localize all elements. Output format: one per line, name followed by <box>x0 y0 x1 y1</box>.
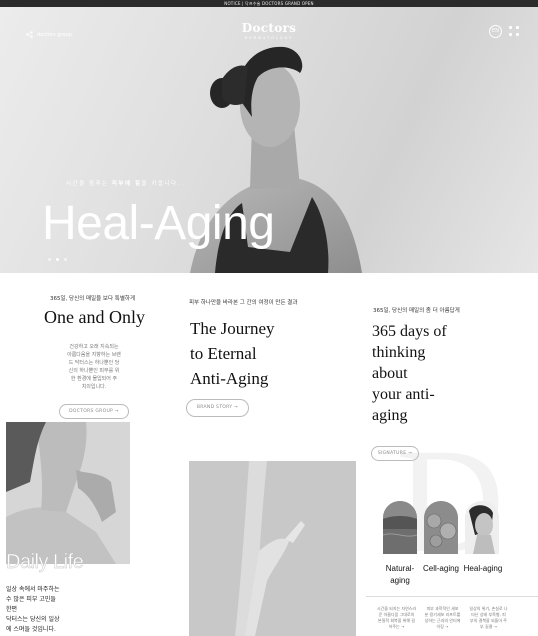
card-label-line: Natural- <box>385 564 415 573</box>
paragraph-line: 아름다움을 지향하는 브랜 <box>67 352 121 358</box>
body-line: 에 스며들 것입니다. <box>6 626 56 633</box>
hero-banner: doctors group Doctors DERMATOLOGY EN 시간을… <box>0 7 538 273</box>
cells-illustration <box>424 501 458 554</box>
title-line: 365 days of <box>372 323 447 340</box>
daily-life-caption: Daily Life <box>6 551 84 573</box>
menu-grid-icon[interactable] <box>509 26 519 36</box>
col1-paragraph: 건강하고 오래 지속되는 아름다움을 지향하는 브랜 드 닥터스는 하나뿐인 당… <box>56 343 132 391</box>
natural-aging-label[interactable]: Natural- aging <box>380 563 420 587</box>
title-line: aging <box>372 407 408 424</box>
col2-title: The Journey to Eternal Anti-Aging <box>190 316 275 391</box>
daily-life-photo <box>6 422 130 564</box>
paragraph-line: 신의 하나뿐인 피부를 위 <box>68 368 120 374</box>
body-line: 수 많은 피부 고민들 <box>6 596 56 603</box>
paragraph-line: 치의입니다. <box>81 384 107 390</box>
water-illustration <box>383 501 417 554</box>
col3-title: 365 days of thinking about your anti- ag… <box>372 321 447 426</box>
title-line: thinking <box>372 344 426 361</box>
brand-name: Doctors <box>241 21 297 35</box>
card-label-line: aging <box>390 576 410 585</box>
doctors-group-button[interactable]: DOCTORS GROUP → <box>59 404 129 419</box>
col1-title: One and Only <box>44 307 145 327</box>
language-button[interactable]: EN <box>489 25 502 38</box>
paragraph-line: 건강하고 오래 지속되는 <box>69 344 119 350</box>
slide-dot[interactable] <box>48 258 51 261</box>
brand-sub: DERMATOLOGY <box>244 36 294 40</box>
title-line: your anti- <box>372 386 435 403</box>
title-line: The Journey <box>190 319 275 338</box>
neck-touch-illustration <box>6 422 130 564</box>
hero-headline: Heal-Aging <box>42 197 275 250</box>
col1-kicker: 365일, 당신의 매일을 보다 특별하게 <box>50 296 136 302</box>
heal-aging-image[interactable] <box>465 501 499 554</box>
face-illustration <box>465 501 499 554</box>
divider <box>366 596 538 597</box>
slide-indicators <box>48 258 67 261</box>
cell-aging-label[interactable]: Cell-aging <box>420 563 462 575</box>
paragraph-line: 드 닥터스는 하나뿐인 당 <box>68 360 120 366</box>
paragraph-line: 한 환경에 몰입되어 주 <box>70 376 118 382</box>
language-label: EN <box>492 28 499 34</box>
notice-bar[interactable]: NOTICE | 닥프수술 DOCTORS GRAND OPEN <box>0 0 538 7</box>
notice-text: NOTICE | 닥프수술 DOCTORS GRAND OPEN <box>224 1 314 6</box>
slide-dot[interactable] <box>64 258 67 261</box>
title-line: about <box>372 365 408 382</box>
desc-line: 부 길결 → <box>480 624 497 629</box>
body-line: 닥터스는 당신의 일상 <box>6 616 60 623</box>
brand-story-button[interactable]: BRAND STORY → <box>186 399 249 417</box>
body-line: 일상 속에서 마주하는 <box>6 586 60 593</box>
body-line: 한편 <box>6 606 18 613</box>
desc-line: 어주는 → <box>388 624 405 629</box>
tagline-pre: 시간을 멈추는 <box>66 181 112 187</box>
heal-aging-label[interactable]: Heal-aging <box>461 563 505 575</box>
arm-photo <box>189 461 356 636</box>
hero-tagline: 시간을 멈추는 피부에 힘을 키웁니다. <box>66 179 181 187</box>
arm-illustration <box>189 461 356 636</box>
title-line: to Eternal <box>190 344 257 363</box>
brand-logo[interactable]: Doctors DERMATOLOGY <box>0 21 538 40</box>
title-line: Anti-Aging <box>190 369 269 388</box>
natural-aging-desc[interactable]: 시간을 되지는 자연스러 운 아름다움 그대로의 본질적 회복을 위해 걸 어주… <box>374 606 419 630</box>
signature-button[interactable]: SIGNATURE → <box>371 446 419 461</box>
heal-aging-desc[interactable]: 일상의 위기, 손실로 나 타난 상태 부족형, 피 부의 결복을 되돌아 주 … <box>466 606 511 630</box>
natural-aging-image[interactable] <box>383 501 417 554</box>
cell-aging-image[interactable] <box>424 501 458 554</box>
col3-kicker: 365일, 당신의 매일의 좀 더 아름답게 <box>373 308 460 314</box>
cell-aging-desc[interactable]: 피부 과학적인 세포 분 용기세포 리프트를 성하는 근과의 안티에 이징 → <box>420 606 465 630</box>
tagline-post: 을 키웁니다. <box>141 181 181 187</box>
tagline-bold: 피부에 힘 <box>111 181 142 187</box>
desc-line: 이징 → <box>436 624 449 629</box>
col1-body: 일상 속에서 마주하는 수 많은 피부 고민들 한편 닥터스는 당신의 일상 에… <box>6 585 76 635</box>
slide-dot-active[interactable] <box>56 258 59 261</box>
col2-kicker: 피부 하나만을 바라본 그 간의 여정이 만든 결과 <box>189 300 298 306</box>
